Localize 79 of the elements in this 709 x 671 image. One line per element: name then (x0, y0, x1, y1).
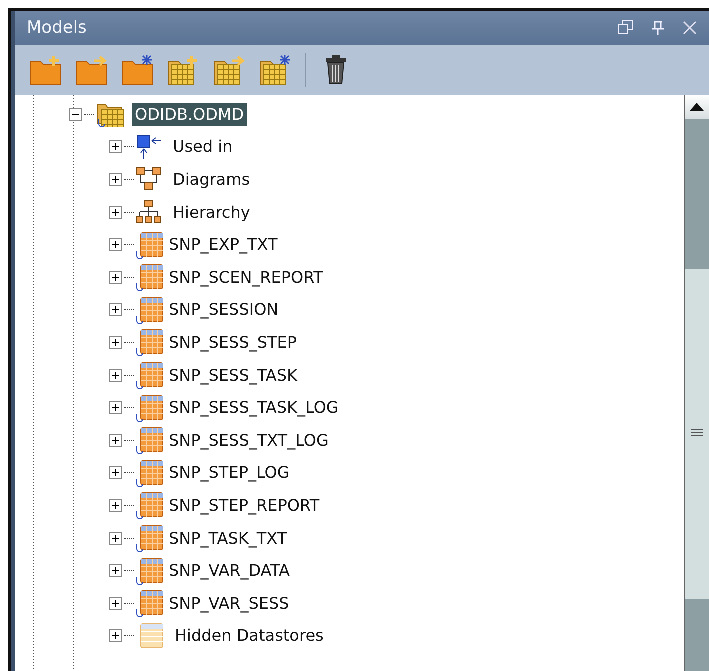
plus-icon (111, 370, 120, 380)
plus-icon (111, 305, 120, 314)
expand-toggle[interactable] (109, 498, 122, 512)
tree-item[interactable]: Diagrams (170, 168, 254, 191)
tree-item[interactable]: SNP_SESS_TXT_LOG (166, 428, 332, 452)
expand-toggle[interactable] (109, 238, 122, 252)
tree-item[interactable]: ODIDB.ODMD (132, 102, 248, 126)
tree-item[interactable]: SNP_STEP_LOG (166, 461, 293, 484)
plus-icon (111, 631, 120, 640)
tree-item[interactable]: Hierarchy (170, 200, 254, 224)
expand-toggle[interactable] (109, 401, 122, 414)
plus-icon (111, 468, 120, 478)
tree-item[interactable]: SNP_EXP_TXT (166, 233, 281, 256)
plus-icon (111, 436, 120, 445)
datastore-icon (136, 361, 164, 390)
grip-icon (691, 429, 703, 439)
tree-item[interactable]: SNP_SESS_TASK (166, 364, 300, 387)
scroll-up-icon[interactable] (690, 103, 704, 111)
datastore-icon (136, 589, 164, 618)
plus-icon (111, 598, 120, 608)
folder-arrow-icon (74, 53, 108, 87)
table-plus-icon (166, 53, 200, 87)
datastore-icon (136, 491, 164, 520)
tree-item[interactable]: SNP_SESS_TASK_LOG (166, 396, 342, 420)
datastore-icon (136, 328, 164, 356)
tree-item[interactable]: SNP_VAR_SESS (166, 592, 292, 615)
tree-item[interactable]: SNP_SESS_STEP (166, 330, 300, 354)
close-button[interactable] (681, 19, 699, 37)
tree-item[interactable]: SNP_STEP_REPORT (166, 494, 323, 517)
datastore-icon (136, 230, 164, 259)
datastore-icon (136, 426, 164, 454)
expand-toggle[interactable] (109, 466, 122, 480)
restore-button[interactable] (617, 19, 635, 37)
expand-toggle[interactable] (109, 629, 122, 642)
plus-icon (111, 272, 120, 282)
arrows-icon (136, 134, 162, 160)
expand-toggle[interactable] (109, 206, 122, 219)
trash-icon (324, 55, 348, 85)
datastore-icon (136, 263, 164, 292)
folder-star-icon (120, 53, 154, 87)
tree-item[interactable]: SNP_SCEN_REPORT (166, 266, 326, 289)
datastore-icon (136, 524, 164, 552)
tree-item[interactable]: SNP_TASK_TXT (166, 526, 290, 550)
plus-icon (111, 142, 120, 152)
expand-toggle[interactable] (109, 434, 122, 447)
collapse-toggle[interactable] (69, 108, 82, 121)
expand-toggle[interactable] (109, 368, 122, 382)
plus-icon (111, 174, 120, 184)
expand-toggle[interactable] (109, 140, 122, 154)
table-star-icon (258, 53, 292, 87)
expand-toggle[interactable] (109, 172, 122, 186)
folder-plus-icon (28, 53, 62, 87)
expand-toggle[interactable] (109, 532, 122, 545)
plus-icon (111, 403, 120, 412)
tree-item[interactable]: Used in (170, 135, 236, 158)
table-arrow-icon (212, 53, 246, 87)
plus-icon (111, 566, 120, 576)
diagram-icon (136, 166, 162, 192)
expand-toggle[interactable] (109, 564, 122, 578)
plus-icon (111, 534, 120, 543)
tree-item[interactable]: SNP_VAR_DATA (166, 559, 293, 582)
datastore-icon (136, 458, 164, 487)
expand-toggle[interactable] (109, 303, 122, 316)
expand-toggle[interactable] (109, 596, 122, 610)
scrollbar[interactable] (684, 95, 709, 671)
datastore-icon (136, 556, 164, 585)
pin-button[interactable] (649, 19, 667, 37)
plus-icon (111, 338, 120, 347)
panel-title: Models (27, 18, 88, 38)
tree-item[interactable]: Hidden Datastores (172, 624, 327, 648)
plus-icon (111, 500, 120, 510)
tree-item[interactable]: SNP_SESSION (166, 298, 282, 322)
datastore-icon (136, 394, 164, 422)
expand-toggle[interactable] (109, 270, 122, 284)
plus-icon (111, 208, 120, 217)
datastore-icon (136, 296, 164, 324)
plus-icon (111, 240, 120, 250)
expand-toggle[interactable] (109, 336, 122, 349)
hierarchy-icon (136, 199, 162, 226)
